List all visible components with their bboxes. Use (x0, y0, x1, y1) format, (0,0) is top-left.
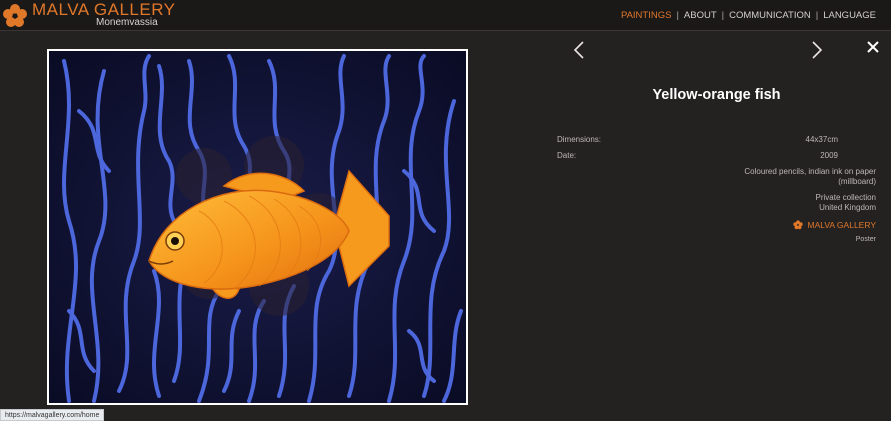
dimensions-value: 44x37cm (805, 135, 838, 144)
medium-line: (millboard) (838, 177, 876, 186)
close-icon[interactable] (866, 40, 880, 54)
medium-line: Coloured pencils, indian ink on paper (744, 167, 876, 176)
nav-communication[interactable]: COMMUNICATION (724, 10, 816, 22)
gallery-link[interactable]: MALVA GALLERY (793, 220, 876, 230)
poster-link[interactable]: Poster (856, 236, 876, 243)
site-header: MALVA GALLERY Monemvassia PAINTINGS | AB… (0, 0, 891, 31)
artwork-title: Yellow-orange fish (652, 87, 781, 103)
chevron-right-icon[interactable] (809, 40, 825, 60)
nav-paintings[interactable]: PAINTINGS (616, 10, 677, 22)
collection-info: Private collection United Kingdom (736, 193, 876, 213)
date-value: 2009 (820, 151, 838, 160)
medium-description: Coloured pencils, indian ink on paper (m… (736, 167, 876, 187)
malva-flower-icon (793, 220, 804, 230)
date-label: Date: (557, 151, 577, 160)
nav-language[interactable]: LANGUAGE (818, 10, 881, 22)
collection-line: Private collection (815, 193, 876, 202)
chevron-left-icon[interactable] (571, 40, 587, 60)
collection-line: United Kingdom (819, 203, 876, 212)
artwork-image (47, 49, 468, 405)
brand-subtitle: Monemvassia (96, 17, 158, 28)
dimensions-label: Dimensions: (557, 135, 602, 144)
main-nav: PAINTINGS | ABOUT | COMMUNICATION | LANG… (616, 10, 881, 22)
gallery-link-label: MALVA GALLERY (807, 220, 876, 230)
nav-about[interactable]: ABOUT (679, 10, 722, 22)
status-bar-url: https://malvagallery.com/home (0, 409, 105, 421)
malva-flower-icon[interactable] (2, 3, 28, 29)
